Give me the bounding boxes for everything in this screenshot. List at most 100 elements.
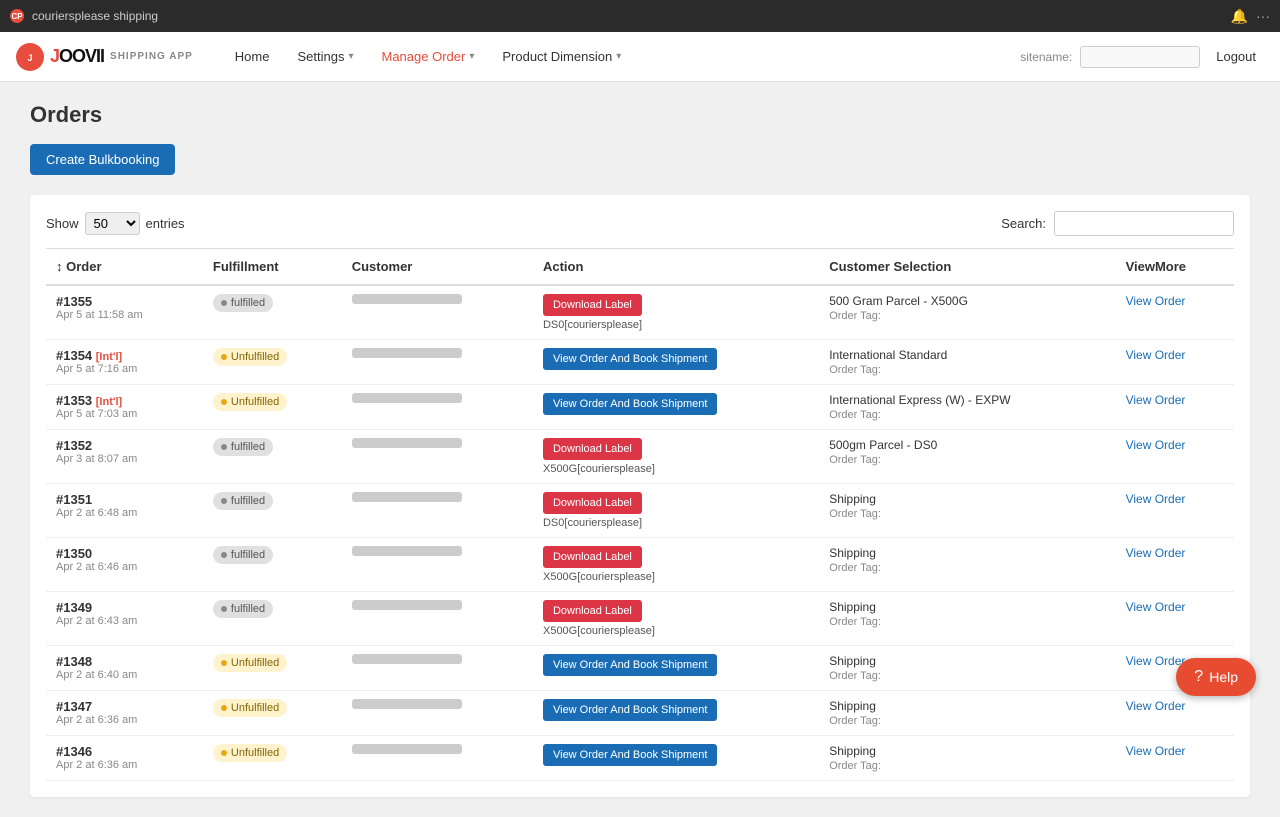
customer-selection-name: 500gm Parcel - DS0 [829, 438, 1105, 452]
view-order-link[interactable]: View Order [1126, 492, 1186, 506]
order-id: #1347 [56, 699, 193, 714]
col-order[interactable]: ↕ Order [46, 249, 203, 286]
sitename-input[interactable] [1080, 46, 1200, 68]
fulfillment-badge: fulfilled [213, 600, 273, 618]
col-action: Action [533, 249, 819, 286]
view-order-link[interactable]: View Order [1126, 393, 1186, 407]
table-row: #1349Apr 2 at 6:43 amfulfilledDownload L… [46, 592, 1234, 646]
nav-product-dimension[interactable]: Product Dimension ▾ [490, 43, 633, 70]
fulfillment-cell: Unfulfilled [203, 736, 342, 781]
view-order-link[interactable]: View Order [1126, 744, 1186, 758]
table-row: #1352Apr 3 at 8:07 amfulfilledDownload L… [46, 430, 1234, 484]
nav-manage-order[interactable]: Manage Order ▾ [370, 43, 487, 70]
nav-settings[interactable]: Settings ▾ [285, 43, 365, 70]
viewmore-cell: View Order [1116, 285, 1234, 340]
order-date: Apr 2 at 6:36 am [56, 714, 193, 726]
download-label-button[interactable]: Download Label [543, 438, 642, 460]
orders-table: ↕ Order Fulfillment Customer Action Cust… [46, 248, 1234, 781]
entries-select[interactable]: 50 25 100 [85, 212, 140, 235]
customer-selection-name: International Standard [829, 348, 1105, 362]
order-id: #1351 [56, 492, 193, 507]
badge-dot [221, 705, 227, 711]
download-label-button[interactable]: Download Label [543, 294, 642, 316]
customer-cell [342, 385, 533, 430]
app-icon: CP [10, 9, 24, 23]
create-bulkbooking-button[interactable]: Create Bulkbooking [30, 144, 175, 175]
customer-bar [352, 393, 462, 403]
view-order-link[interactable]: View Order [1126, 699, 1186, 713]
customer-cell [342, 484, 533, 538]
customer-selection-name: Shipping [829, 492, 1105, 506]
action-cell: View Order And Book Shipment [533, 340, 819, 385]
nav-home[interactable]: Home [223, 43, 282, 70]
action-cell: Download LabelX500G[couriersplease] [533, 430, 819, 484]
action-cell: View Order And Book Shipment [533, 736, 819, 781]
customer-cell [342, 736, 533, 781]
order-cell: #1351Apr 2 at 6:48 am [46, 484, 203, 538]
col-fulfillment: Fulfillment [203, 249, 342, 286]
badge-dot [221, 606, 227, 612]
view-book-shipment-button[interactable]: View Order And Book Shipment [543, 744, 718, 766]
order-tag: Order Tag: [829, 364, 1105, 376]
fulfillment-badge: Unfulfilled [213, 699, 287, 717]
view-book-shipment-button[interactable]: View Order And Book Shipment [543, 654, 718, 676]
view-order-link[interactable]: View Order [1126, 654, 1186, 668]
col-customer-selection: Customer Selection [819, 249, 1115, 286]
fulfillment-badge: fulfilled [213, 438, 273, 456]
download-label-button[interactable]: Download Label [543, 600, 642, 622]
svg-text:J: J [27, 53, 32, 63]
order-tag: Order Tag: [829, 670, 1105, 682]
fulfillment-badge: Unfulfilled [213, 348, 287, 366]
fulfillment-cell: Unfulfilled [203, 340, 342, 385]
order-id: #1355 [56, 294, 193, 309]
view-order-link[interactable]: View Order [1126, 294, 1186, 308]
order-date: Apr 2 at 6:46 am [56, 561, 193, 573]
order-date: Apr 2 at 6:40 am [56, 669, 193, 681]
order-id: #1346 [56, 744, 193, 759]
view-book-shipment-button[interactable]: View Order And Book Shipment [543, 393, 718, 415]
order-date: Apr 5 at 11:58 am [56, 309, 193, 321]
view-book-shipment-button[interactable]: View Order And Book Shipment [543, 348, 718, 370]
badge-dot [221, 552, 227, 558]
order-id: #1348 [56, 654, 193, 669]
customer-cell [342, 691, 533, 736]
order-date: Apr 2 at 6:43 am [56, 615, 193, 627]
viewmore-cell: View Order [1116, 736, 1234, 781]
fulfillment-cell: fulfilled [203, 592, 342, 646]
fulfillment-badge: Unfulfilled [213, 393, 287, 411]
customer-selection-cell: ShippingOrder Tag: [819, 538, 1115, 592]
badge-dot [221, 750, 227, 756]
view-order-link[interactable]: View Order [1126, 348, 1186, 362]
customer-cell [342, 538, 533, 592]
download-label-button[interactable]: Download Label [543, 492, 642, 514]
more-icon[interactable]: ··· [1256, 8, 1270, 25]
logout-button[interactable]: Logout [1208, 45, 1264, 68]
view-book-shipment-button[interactable]: View Order And Book Shipment [543, 699, 718, 721]
table-row: #1347Apr 2 at 6:36 am Unfulfilled View Ord… [46, 691, 1234, 736]
fulfillment-badge: fulfilled [213, 492, 273, 510]
customer-selection-name: Shipping [829, 654, 1105, 668]
customer-selection-cell: International Express (W) - EXPWOrder Ta… [819, 385, 1115, 430]
fulfillment-cell: fulfilled [203, 285, 342, 340]
col-customer: Customer [342, 249, 533, 286]
customer-cell [342, 340, 533, 385]
view-order-link[interactable]: View Order [1126, 600, 1186, 614]
view-order-link[interactable]: View Order [1126, 546, 1186, 560]
nav-links: Home Settings ▾ Manage Order ▾ Product D… [223, 43, 633, 70]
search-input[interactable] [1054, 211, 1234, 236]
order-tag: Order Tag: [829, 715, 1105, 727]
table-row: #1353 [Int'l]Apr 5 at 7:03 amUnfulfilled… [46, 385, 1234, 430]
view-order-link[interactable]: View Order [1126, 438, 1186, 452]
settings-arrow-icon: ▾ [348, 51, 353, 62]
bell-icon[interactable]: 🔔 [1231, 8, 1248, 25]
badge-dot [221, 300, 227, 306]
col-viewmore: ViewMore [1116, 249, 1234, 286]
fulfillment-cell: Unfulfilled [203, 646, 342, 691]
order-cell: #1348Apr 2 at 6:40 am [46, 646, 203, 691]
order-tag: Order Tag: [829, 616, 1105, 628]
help-button[interactable]: ? Help [1176, 658, 1256, 696]
logo-icon: J [16, 43, 44, 71]
order-id: #1350 [56, 546, 193, 561]
customer-bar [352, 546, 462, 556]
download-label-button[interactable]: Download Label [543, 546, 642, 568]
